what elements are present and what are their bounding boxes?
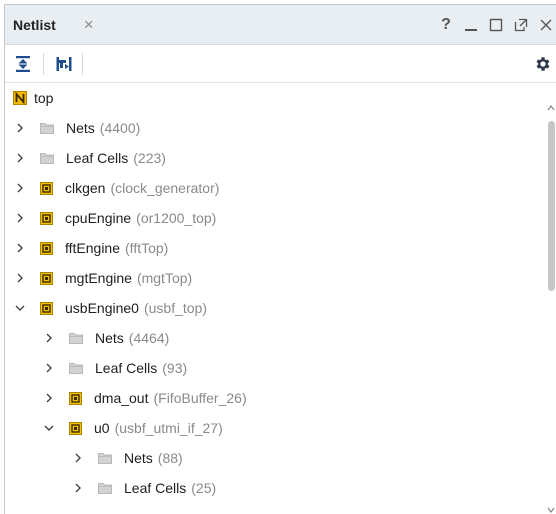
tree-row-detail: (25): [191, 480, 217, 496]
float-window-icon[interactable]: [513, 17, 529, 33]
folder-icon: [69, 362, 83, 374]
folder-icon: [98, 482, 112, 494]
tree-row-detail: (FifoBuffer_26): [153, 390, 247, 406]
tree-row[interactable]: Leaf Cells (223): [5, 143, 556, 173]
tree-row[interactable]: Nets (88): [5, 443, 556, 473]
tree-root-label: top: [34, 90, 54, 106]
chevron-right-icon[interactable]: [14, 243, 26, 253]
tree-row-name: dma_out: [94, 390, 149, 406]
tree-row-name: Leaf Cells: [66, 150, 129, 166]
tree-row-detail: (fftTop): [125, 240, 169, 256]
scroll-down-icon[interactable]: [547, 505, 555, 514]
scrollbar-thumb[interactable]: [548, 121, 555, 291]
tree-row-detail: (usbf_utmi_if_27): [114, 420, 223, 436]
folder-icon: [69, 332, 83, 344]
chevron-right-icon[interactable]: [72, 483, 84, 493]
tree-row[interactable]: dma_out (FifoBuffer_26): [5, 383, 556, 413]
folder-icon: [98, 452, 112, 464]
tree-row-name: Nets: [66, 120, 95, 136]
netlist-root-icon: [13, 91, 27, 105]
cell-icon: [69, 421, 82, 435]
panel-titlebar: Netlist × ?: [5, 5, 556, 45]
maximize-icon[interactable]: [488, 17, 504, 33]
chevron-right-icon[interactable]: [43, 333, 55, 343]
tree-row[interactable]: fftEngine (fftTop): [5, 233, 556, 263]
tree-row[interactable]: Nets (4400): [5, 113, 556, 143]
cell-icon: [40, 181, 53, 195]
tree-row[interactable]: u0 (usbf_utmi_if_27): [5, 413, 556, 443]
tree-row-name: clkgen: [65, 180, 106, 196]
tree-row-name: usbEngine0: [65, 300, 139, 316]
tree-row[interactable]: Leaf Cells (93): [5, 353, 556, 383]
chevron-right-icon[interactable]: [14, 183, 26, 193]
chevron-down-icon[interactable]: [43, 424, 55, 432]
toolbar-separator: [43, 52, 44, 75]
netlist-tree: top Nets (4400) Leaf Cells (223) clkgen (cloc…: [5, 83, 556, 503]
tree-row[interactable]: mgtEngine (mgtTop): [5, 263, 556, 293]
tree-row[interactable]: clkgen (clock_generator): [5, 173, 556, 203]
tree-row-name: cpuEngine: [65, 210, 132, 226]
gear-icon[interactable]: [532, 53, 554, 75]
netlist-panel: Netlist × ? top Nets (4400) Leaf Cells (…: [4, 4, 556, 514]
flatten-hierarchy-icon[interactable]: [53, 53, 75, 75]
toolbar-separator: [82, 52, 83, 75]
folder-icon: [40, 152, 54, 164]
vertical-scrollbar[interactable]: [547, 103, 556, 514]
tree-row-detail: (or1200_top): [136, 210, 217, 226]
chevron-down-icon[interactable]: [14, 304, 26, 312]
cell-icon: [69, 391, 82, 405]
cell-icon: [40, 301, 53, 315]
panel-toolbar: [5, 45, 556, 83]
tree-row-name: Leaf Cells: [95, 360, 158, 376]
chevron-right-icon[interactable]: [43, 363, 55, 373]
folder-icon: [40, 122, 54, 134]
close-panel-icon[interactable]: [538, 17, 554, 33]
scroll-up-icon[interactable]: [547, 103, 555, 113]
tree-row[interactable]: cpuEngine (or1200_top): [5, 203, 556, 233]
cell-icon: [40, 211, 53, 225]
chevron-right-icon[interactable]: [72, 453, 84, 463]
tree-root-row[interactable]: top: [5, 83, 556, 113]
close-tab-icon[interactable]: ×: [84, 16, 94, 33]
panel-title: Netlist: [13, 16, 56, 33]
tree-row-name: Nets: [95, 330, 124, 346]
cell-icon: [40, 241, 53, 255]
chevron-right-icon[interactable]: [43, 393, 55, 403]
tree-row[interactable]: Nets (4464): [5, 323, 556, 353]
tree-row-detail: (mgtTop): [136, 270, 193, 286]
tree-row-detail: (clock_generator): [110, 180, 220, 196]
tree-row-detail: (93): [162, 360, 188, 376]
help-icon[interactable]: ?: [438, 16, 454, 33]
tree-row-detail: (4464): [128, 330, 170, 346]
chevron-right-icon[interactable]: [14, 213, 26, 223]
tree-row-name: Leaf Cells: [124, 480, 187, 496]
tree-row-detail: (88): [157, 450, 183, 466]
tree-row-detail: (usbf_top): [143, 300, 207, 316]
collapse-all-icon[interactable]: [12, 53, 34, 75]
minimize-icon[interactable]: [463, 17, 479, 33]
chevron-right-icon[interactable]: [14, 123, 26, 133]
tree-row[interactable]: Leaf Cells (25): [5, 473, 556, 503]
tree-row-name: mgtEngine: [65, 270, 132, 286]
cell-icon: [40, 271, 53, 285]
tree-row-detail: (223): [133, 150, 166, 166]
tree-row-name: Nets: [124, 450, 153, 466]
window-controls: ?: [438, 16, 556, 33]
tree-row-name: u0: [94, 420, 110, 436]
tree-row-name: fftEngine: [65, 240, 121, 256]
tree-row-detail: (4400): [99, 120, 141, 136]
chevron-right-icon[interactable]: [14, 273, 26, 283]
chevron-right-icon[interactable]: [14, 153, 26, 163]
tree-row[interactable]: usbEngine0 (usbf_top): [5, 293, 556, 323]
